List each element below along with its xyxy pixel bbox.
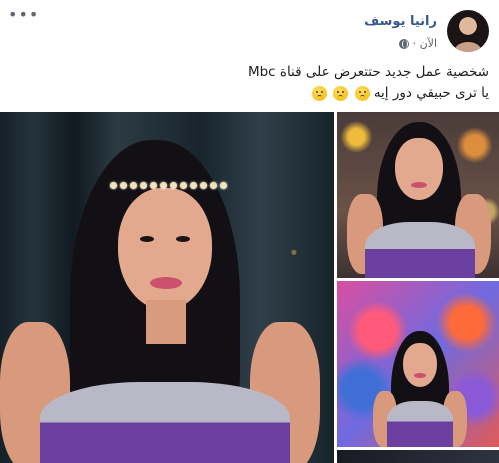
dress-shape bbox=[365, 222, 475, 278]
thinking-emoji-icon bbox=[354, 85, 370, 101]
face-shape bbox=[118, 188, 212, 310]
lips-shape bbox=[411, 182, 427, 188]
main-photo[interactable] bbox=[0, 112, 334, 463]
thinking-emoji-icon bbox=[333, 85, 349, 101]
face-shape bbox=[395, 138, 443, 200]
thinking-emoji-icon bbox=[311, 85, 327, 101]
neck-shape bbox=[146, 300, 186, 344]
photo-mid-right[interactable] bbox=[337, 281, 499, 447]
post-text: شخصية عمل جديد حتتعرض على قناة Mbc يا تر… bbox=[19, 62, 489, 104]
face-shape bbox=[403, 343, 437, 387]
photo-bottom-right[interactable] bbox=[337, 450, 499, 463]
avatar-shoulders bbox=[455, 42, 481, 52]
post-text-line-2: يا ترى حبيقي دور إيه bbox=[19, 83, 489, 104]
lips-shape bbox=[414, 373, 426, 378]
author-name[interactable]: رانيا يوسف bbox=[364, 14, 437, 29]
dress-shape bbox=[387, 401, 453, 447]
lips-shape bbox=[150, 277, 182, 289]
post-meta: الآن · bbox=[398, 37, 437, 50]
avatar[interactable] bbox=[447, 10, 489, 52]
post-text-line-2-text: يا ترى حبيقي دور إيه bbox=[373, 85, 489, 101]
photo-top-right[interactable] bbox=[337, 112, 499, 278]
post-text-line-1: شخصية عمل جديد حتتعرض على قناة Mbc bbox=[247, 64, 489, 80]
globe-icon[interactable] bbox=[398, 38, 409, 49]
more-options-icon[interactable]: ••• bbox=[8, 7, 38, 26]
post-timestamp[interactable]: الآن · bbox=[413, 37, 437, 50]
crown-ornament bbox=[110, 182, 227, 189]
eye-shape bbox=[176, 236, 190, 242]
facebook-post: ••• رانيا يوسف الآن · شخصية عمل جديد حتت… bbox=[0, 0, 499, 463]
eye-shape bbox=[140, 236, 154, 242]
dress-shape bbox=[40, 382, 290, 463]
